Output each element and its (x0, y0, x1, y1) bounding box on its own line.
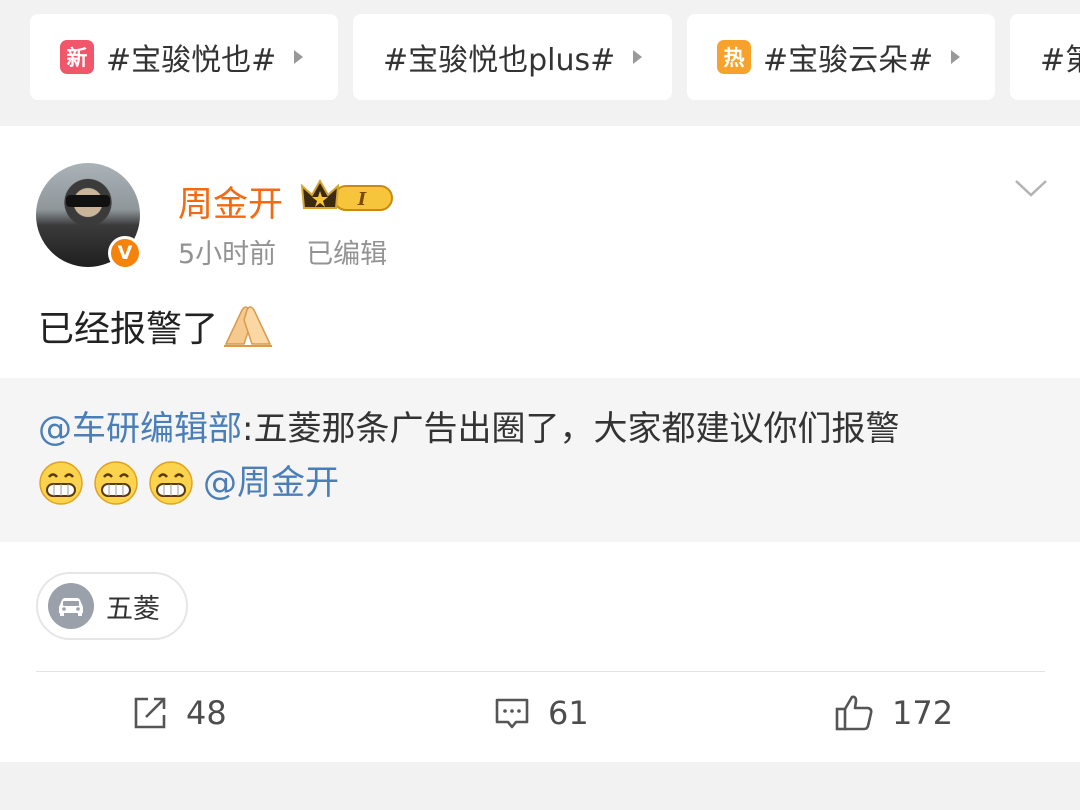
topic-chip-yunduo[interactable]: 热 #宝骏云朵# (687, 14, 995, 100)
topic-label: #第 (1040, 43, 1080, 78)
topic-chip-yueye[interactable]: 新 #宝骏悦也# (30, 14, 338, 100)
post-time: 5小时前 (178, 239, 277, 270)
post-card: V 周金开 I 5小时前 已编辑 已经报警了 @车研编辑部 :五菱那条广告出圈了，… (0, 126, 1080, 762)
repost-block[interactable]: @车研编辑部 :五菱那条广告出圈了，大家都建议你们报警 @周金开 (0, 378, 1080, 542)
hot-badge: 热 (717, 40, 751, 74)
grinning-face-icon (39, 461, 83, 505)
grinning-face-icon (149, 461, 193, 505)
grinning-face-icon (94, 461, 138, 505)
play-arrow-icon (633, 50, 643, 64)
repost-author-link[interactable]: @车研编辑部 (38, 402, 242, 456)
comment-count: 61 (548, 694, 589, 732)
username[interactable]: 周金开 (178, 176, 283, 227)
play-arrow-icon (294, 50, 304, 64)
repost-line-1: @车研编辑部 :五菱那条广告出圈了，大家都建议你们报警 (38, 402, 1042, 456)
repost-button[interactable]: 48 (132, 694, 227, 732)
repost-text: :五菱那条广告出圈了，大家都建议你们报警 (242, 409, 900, 449)
repost-mention-link[interactable]: @周金开 (203, 456, 339, 510)
post-text: 已经报警了 (38, 300, 274, 352)
comment-button[interactable]: 61 (494, 694, 589, 732)
topic-chip-yueye-plus[interactable]: #宝骏悦也plus# (353, 14, 672, 100)
play-arrow-icon (951, 50, 961, 64)
verified-icon: V (108, 236, 142, 270)
member-crown-icon[interactable]: I (300, 178, 396, 216)
hands-pressed-icon (224, 306, 273, 347)
like-count: 172 (892, 694, 954, 732)
thumbs-up-icon (835, 695, 873, 731)
share-icon (134, 697, 166, 729)
topic-strip: 新 #宝骏悦也# #宝骏悦也plus# 热 #宝骏云朵# #第 (0, 0, 1080, 126)
brand-tag[interactable]: 五菱 (36, 572, 188, 640)
new-badge: 新 (60, 40, 94, 74)
car-icon (48, 583, 94, 629)
repost-line-2: @周金开 (38, 456, 1042, 510)
chevron-down-icon[interactable] (1014, 178, 1048, 198)
member-level: I (357, 189, 367, 210)
feed-gap (0, 762, 1080, 810)
comment-icon (495, 698, 529, 729)
sunglasses-detail (66, 195, 110, 207)
topic-label: #宝骏悦也# (106, 43, 277, 78)
repost-count: 48 (186, 694, 227, 732)
edited-label[interactable]: 已编辑 (306, 239, 387, 270)
action-bar: 48 61 172 (0, 672, 1080, 762)
topic-label: #宝骏云朵# (763, 43, 934, 78)
tag-label: 五菱 (106, 593, 160, 625)
post-body: 已经报警了 (38, 309, 219, 350)
like-button[interactable]: 172 (834, 694, 953, 732)
post-meta: 5小时前 已编辑 (178, 232, 387, 271)
topic-label: #宝骏悦也plus# (383, 43, 616, 78)
topic-chip-partial[interactable]: #第 (1010, 14, 1080, 100)
